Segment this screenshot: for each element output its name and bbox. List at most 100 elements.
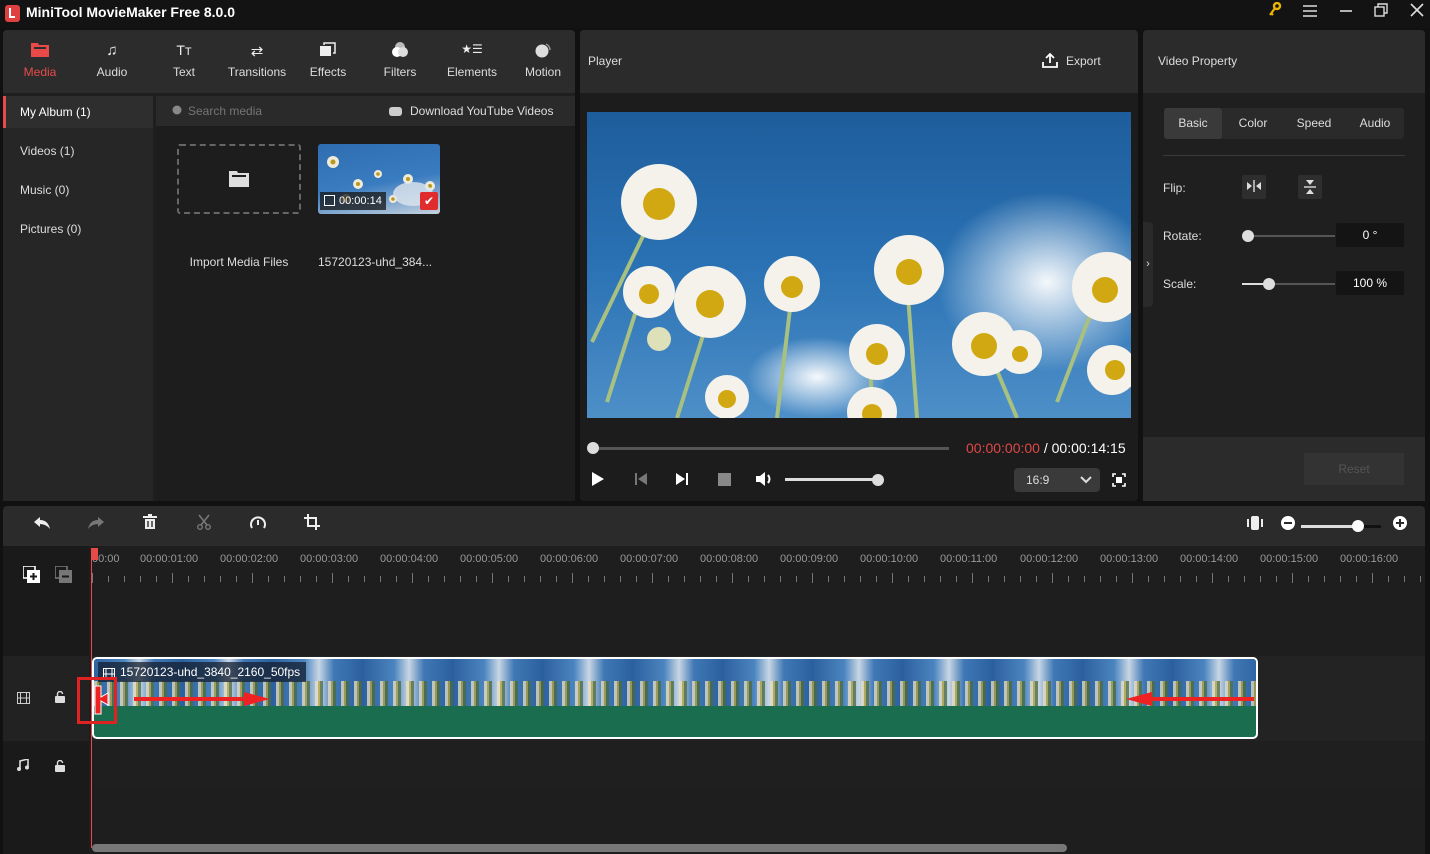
scale-value[interactable]: 100 %	[1336, 271, 1404, 295]
player-title: Player	[588, 54, 623, 68]
tab-motion[interactable]: Motion	[511, 30, 575, 93]
tab-audio[interactable]: ♫ Audio	[80, 30, 144, 93]
tab-elements[interactable]: ★☰ Elements	[440, 30, 504, 93]
ruler-tick	[1324, 576, 1325, 582]
scale-knob[interactable]	[1263, 278, 1275, 290]
tab-filters[interactable]: Filters	[368, 30, 432, 93]
ruler-tick	[268, 576, 269, 582]
ruler-label: 00:00:02:00	[220, 553, 279, 565]
volume-knob[interactable]	[872, 474, 884, 486]
collapse-panel-toggle[interactable]: ›	[1143, 222, 1153, 307]
import-media-button[interactable]	[177, 144, 301, 214]
tab-text[interactable]: TT Text	[152, 30, 216, 93]
current-time: 00:00:00:00	[966, 440, 1040, 456]
audio-track-lock-icon[interactable]	[55, 759, 65, 775]
ruler-tick	[124, 576, 125, 582]
checkmark-icon[interactable]: ✔	[420, 192, 438, 210]
rotate-slider[interactable]	[1245, 235, 1335, 237]
previous-frame-button[interactable]	[634, 472, 648, 489]
ruler-tick	[1148, 576, 1149, 582]
motion-icon	[511, 42, 575, 60]
download-youtube-button[interactable]: Download YouTube Videos	[389, 96, 553, 126]
ruler-tick	[1020, 576, 1021, 582]
split-button[interactable]	[192, 514, 216, 538]
ruler-tick	[252, 573, 253, 583]
tab-transitions-label: Transitions	[227, 65, 287, 79]
ruler-tick	[716, 576, 717, 582]
playback-progress-bar[interactable]	[593, 447, 949, 450]
fit-timeline-button[interactable]	[1243, 514, 1267, 538]
ruler-tick	[1308, 576, 1309, 582]
timeline-zoom-slider[interactable]	[1301, 525, 1359, 528]
ruler-tick	[508, 576, 509, 582]
menu-icon[interactable]	[1298, 2, 1322, 24]
tab-transitions[interactable]: ⇄ Transitions	[221, 30, 293, 93]
album-item-music[interactable]: Music (0)	[3, 174, 153, 206]
video-track-lock-icon[interactable]	[55, 690, 65, 706]
ruler-tick	[540, 576, 541, 582]
play-button[interactable]	[591, 471, 605, 490]
remove-track-button[interactable]	[54, 565, 73, 587]
ruler-tick	[1196, 576, 1197, 582]
tab-effects[interactable]: Effects	[296, 30, 360, 93]
close-icon[interactable]	[1405, 2, 1429, 24]
ruler-tick	[1036, 576, 1037, 582]
ruler-tick	[588, 576, 589, 582]
timeline-horizontal-scrollbar[interactable]	[92, 844, 1067, 852]
rotate-knob[interactable]	[1242, 230, 1254, 242]
ruler-tick	[1052, 573, 1053, 583]
video-preview[interactable]	[587, 112, 1131, 418]
aspect-ratio-select[interactable]: 16:9	[1014, 468, 1100, 492]
export-button[interactable]: Export	[1042, 50, 1101, 72]
ruler-tick	[1404, 576, 1405, 582]
add-track-button[interactable]	[22, 565, 41, 587]
zoom-out-button[interactable]	[1276, 514, 1300, 538]
rotate-value[interactable]: 0 °	[1336, 223, 1404, 247]
playhead-handle[interactable]	[91, 548, 98, 560]
delete-button[interactable]	[138, 514, 162, 538]
ruler-tick	[796, 576, 797, 582]
timeline-video-clip[interactable]: 15720123-uhd_3840_2160_50fps	[92, 657, 1258, 739]
flip-horizontal-button[interactable]	[1242, 175, 1266, 199]
ruler-tick	[748, 576, 749, 582]
folder-icon	[229, 170, 249, 190]
album-item-my-album[interactable]: My Album (1)	[3, 96, 153, 128]
tab-basic[interactable]: Basic	[1164, 108, 1222, 139]
key-icon[interactable]	[1263, 1, 1287, 24]
redo-button[interactable]	[84, 514, 108, 538]
maximize-icon[interactable]	[1369, 2, 1393, 24]
volume-slider[interactable]	[785, 478, 877, 481]
fullscreen-icon[interactable]	[1112, 473, 1126, 490]
annotation-highlight-box	[77, 677, 117, 724]
album-item-videos[interactable]: Videos (1)	[3, 135, 153, 167]
stop-button[interactable]	[718, 473, 731, 486]
crop-button[interactable]	[300, 514, 324, 538]
tab-audio-property[interactable]: Audio	[1346, 108, 1404, 139]
tab-media[interactable]: Media	[8, 30, 72, 93]
search-input[interactable]	[188, 101, 368, 121]
playback-progress-knob[interactable]	[587, 442, 599, 454]
audio-track	[91, 742, 1425, 787]
timeline-ruler[interactable]: 00:00 00:00:01:00 00:00:02:00 00:00:03:00 00…	[91, 546, 1425, 591]
media-search-bar: Download YouTube Videos	[156, 96, 575, 126]
zoom-in-button[interactable]	[1388, 514, 1412, 538]
next-frame-button[interactable]	[675, 472, 689, 489]
media-panel: Media ♫ Audio TT Text ⇄ Transitions Effe…	[3, 30, 575, 501]
reset-button[interactable]: Reset	[1304, 453, 1404, 485]
ruler-tick	[956, 576, 957, 582]
ruler-tick	[636, 576, 637, 582]
media-clip-thumbnail[interactable]: 00:00:14 ✔	[318, 144, 440, 214]
tab-color[interactable]: Color	[1224, 108, 1282, 139]
minimize-icon[interactable]	[1334, 2, 1358, 24]
speed-button[interactable]	[246, 514, 270, 538]
volume-icon[interactable]	[755, 471, 775, 490]
timeline-zoom-knob[interactable]	[1352, 520, 1364, 532]
tab-speed[interactable]: Speed	[1284, 108, 1344, 139]
undo-button[interactable]	[30, 514, 54, 538]
reset-area: Reset	[1143, 437, 1425, 501]
ruler-tick	[236, 576, 237, 582]
ruler-tick	[860, 576, 861, 582]
flip-vertical-button[interactable]	[1298, 175, 1322, 199]
album-item-pictures[interactable]: Pictures (0)	[3, 213, 153, 245]
aspect-ratio-value: 16:9	[1026, 473, 1050, 487]
